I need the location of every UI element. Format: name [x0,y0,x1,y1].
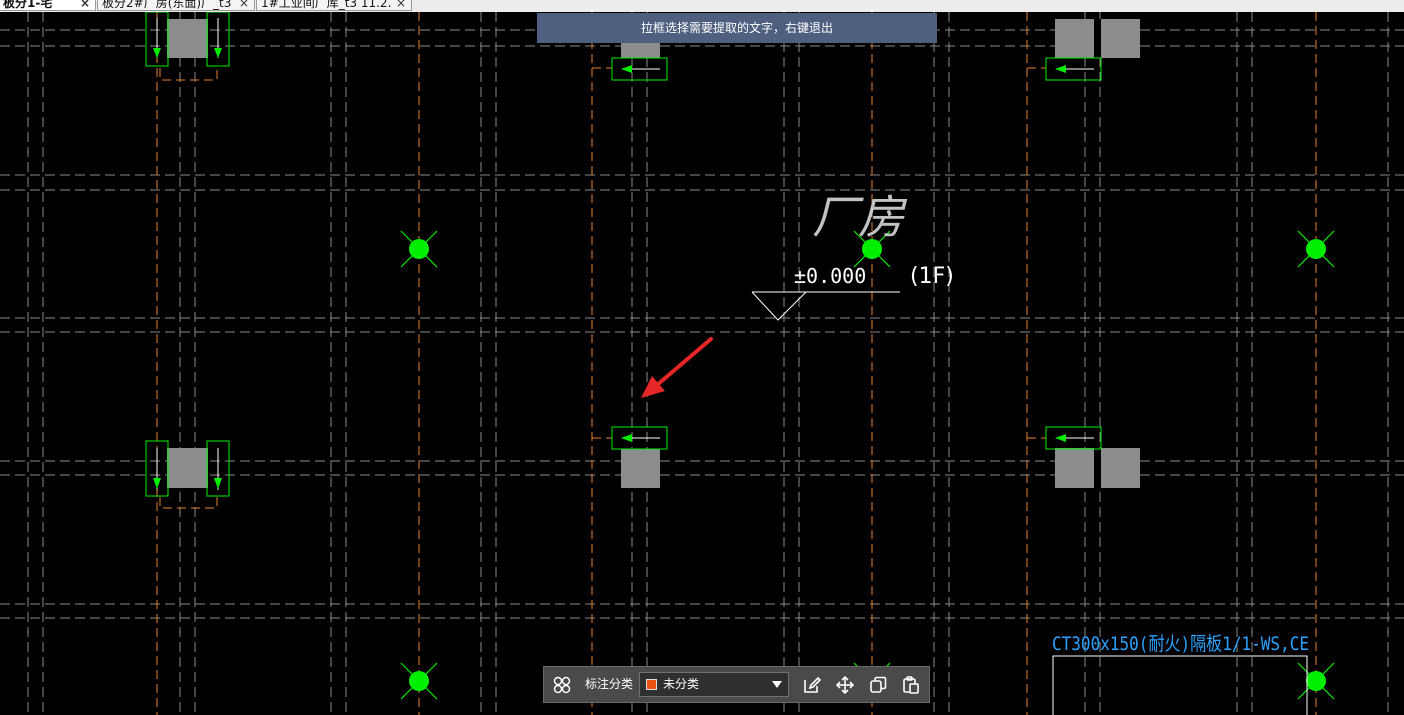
annotation-category-select[interactable]: 未分类 [639,672,789,697]
annotation-toolbar: 标注分类 未分类 [543,666,930,703]
edit-icon[interactable] [801,674,823,696]
beam-annotation-label: CT300x150(耐火)隔板1/1-WS,CE [1052,633,1309,655]
tab-label: 1#工业间厂库_t3 11.2. [261,0,392,10]
paste-icon[interactable] [900,674,922,696]
instruction-banner: 拉框选择需要提取的文字，右键退出 [537,13,937,43]
close-icon[interactable]: × [80,0,90,10]
tab-label: 板分1-宅 [3,0,53,10]
category-color-swatch [646,679,657,690]
floor-label: (1F) [910,264,954,289]
document-tab-2[interactable]: 板分2#厂房(东面)厂_t3 × [97,0,255,11]
close-icon[interactable]: × [239,0,249,10]
document-tab-1[interactable]: 板分1-宅 × [0,0,96,11]
instruction-text: 拉框选择需要提取的文字，右键退出 [640,21,833,35]
chevron-down-icon [772,681,782,688]
category-value: 未分类 [663,677,700,691]
move-icon[interactable] [834,674,856,696]
tab-label: 板分2#厂房(东面)厂_t3 [102,0,232,10]
copy-icon[interactable] [867,674,889,696]
document-tab-3[interactable]: 1#工业间厂库_t3 11.2. × [256,0,412,11]
annotation-category-label: 标注分类 [585,677,634,691]
room-name-label: 厂房 [812,190,908,244]
layout-grid-icon[interactable] [551,674,573,696]
cad-drawing-canvas[interactable]: 厂房 ±0.000 (1F) CT300x150(耐火)隔板1/1-WS,CE [0,12,1404,715]
elevation-label: ±0.000 [794,264,866,288]
close-icon[interactable]: × [396,0,406,10]
